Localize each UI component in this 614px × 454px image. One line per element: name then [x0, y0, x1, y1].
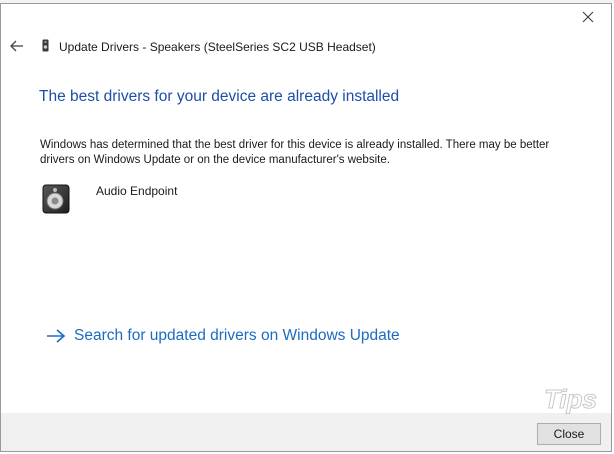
screen: Update Drivers - Speakers (SteelSeries S… [0, 0, 614, 454]
arrow-right-icon [45, 328, 67, 344]
speaker-device-icon [42, 183, 72, 215]
close-icon[interactable] [581, 10, 595, 24]
description-text: Windows has determined that the best dri… [40, 139, 550, 166]
window-title: Update Drivers - Speakers (SteelSeries S… [59, 40, 376, 54]
speaker-device-icon [42, 39, 49, 52]
update-drivers-dialog: Update Drivers - Speakers (SteelSeries S… [0, 3, 612, 452]
dialog-footer: Close [1, 413, 611, 451]
page-heading: The best drivers for your device are alr… [39, 88, 400, 105]
close-button[interactable]: Close [537, 423, 601, 445]
update-link-label: Search for updated drivers on Windows Up… [74, 327, 400, 344]
back-arrow-icon[interactable] [9, 38, 25, 54]
device-name: Audio Endpoint [96, 184, 178, 198]
search-windows-update-link[interactable]: Search for updated drivers on Windows Up… [45, 327, 400, 345]
